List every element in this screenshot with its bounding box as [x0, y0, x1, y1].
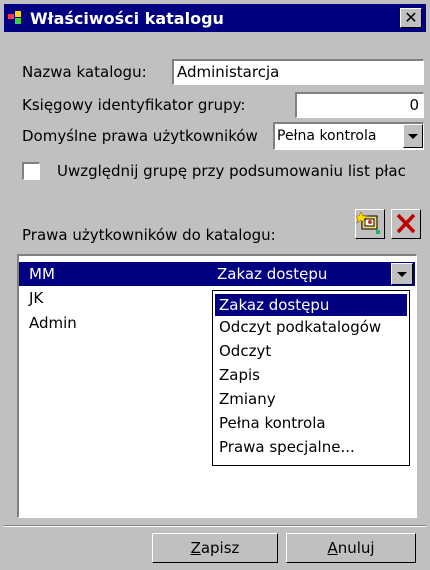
default-rights-select[interactable]: Pełna kontrola: [273, 122, 424, 150]
title-bar: Właściwości katalogu ✕: [4, 4, 426, 32]
permission-dropdown-list: Zakaz dostępu Odczyt podkatalogów Odczyt…: [212, 290, 410, 466]
close-icon: ✕: [404, 8, 418, 27]
dropdown-option[interactable]: Odczyt podkatalogów: [215, 316, 407, 338]
dropdown-option[interactable]: Odczyt: [215, 340, 407, 362]
window-title: Właściwości katalogu: [30, 8, 224, 28]
default-rights-dropdown-button[interactable]: [403, 124, 423, 148]
chevron-down-icon: [397, 272, 407, 277]
dropdown-option[interactable]: Prawa specjalne...: [215, 436, 407, 458]
permission-dropdown-button[interactable]: [391, 263, 413, 285]
add-user-icon: [355, 211, 380, 234]
properties-dialog: Właściwości katalogu ✕ Nazwa katalogu: A…: [0, 0, 430, 570]
user-name: MM: [29, 265, 55, 283]
dropdown-option[interactable]: Zapis: [215, 364, 407, 386]
delete-x-icon: [396, 213, 416, 234]
app-icon: [8, 11, 24, 25]
close-button[interactable]: ✕: [400, 8, 422, 28]
catalog-name-value: Administarcja: [177, 63, 280, 81]
catalog-name-input[interactable]: Administarcja: [172, 59, 424, 85]
user-name: JK: [29, 289, 44, 307]
user-permission: Zakaz dostępu: [217, 265, 328, 283]
cancel-button[interactable]: Anuluj: [286, 533, 416, 563]
dropdown-option[interactable]: Zakaz dostępu: [215, 294, 407, 316]
account-id-value: 0: [409, 96, 419, 114]
include-group-checkbox[interactable]: [22, 162, 40, 180]
catalog-name-label: Nazwa katalogu:: [22, 63, 147, 81]
default-rights-value: Pełna kontrola: [277, 128, 377, 144]
user-name: Admin: [29, 314, 77, 332]
dropdown-option[interactable]: Zmiany: [215, 388, 407, 410]
account-id-input[interactable]: 0: [295, 92, 424, 118]
separator: [4, 525, 426, 527]
permissions-label: Prawa użytkowników do katalogu:: [22, 226, 276, 244]
account-id-label: Księgowy identyfikator grupy:: [22, 96, 246, 114]
add-user-button[interactable]: [355, 209, 385, 239]
default-rights-label: Domyślne prawa użytkowników: [22, 127, 258, 145]
include-group-label: Uwzględnij grupę przy podsumowaniu list …: [57, 162, 406, 180]
save-button[interactable]: Zapisz: [152, 533, 278, 563]
delete-button[interactable]: [391, 209, 421, 239]
permissions-list[interactable]: MM Zakaz dostępu JK Admin Zakaz dostępu …: [17, 254, 417, 518]
dropdown-option[interactable]: Pełna kontrola: [215, 412, 407, 434]
chevron-down-icon: [408, 134, 418, 139]
list-item[interactable]: MM Zakaz dostępu: [19, 262, 415, 286]
